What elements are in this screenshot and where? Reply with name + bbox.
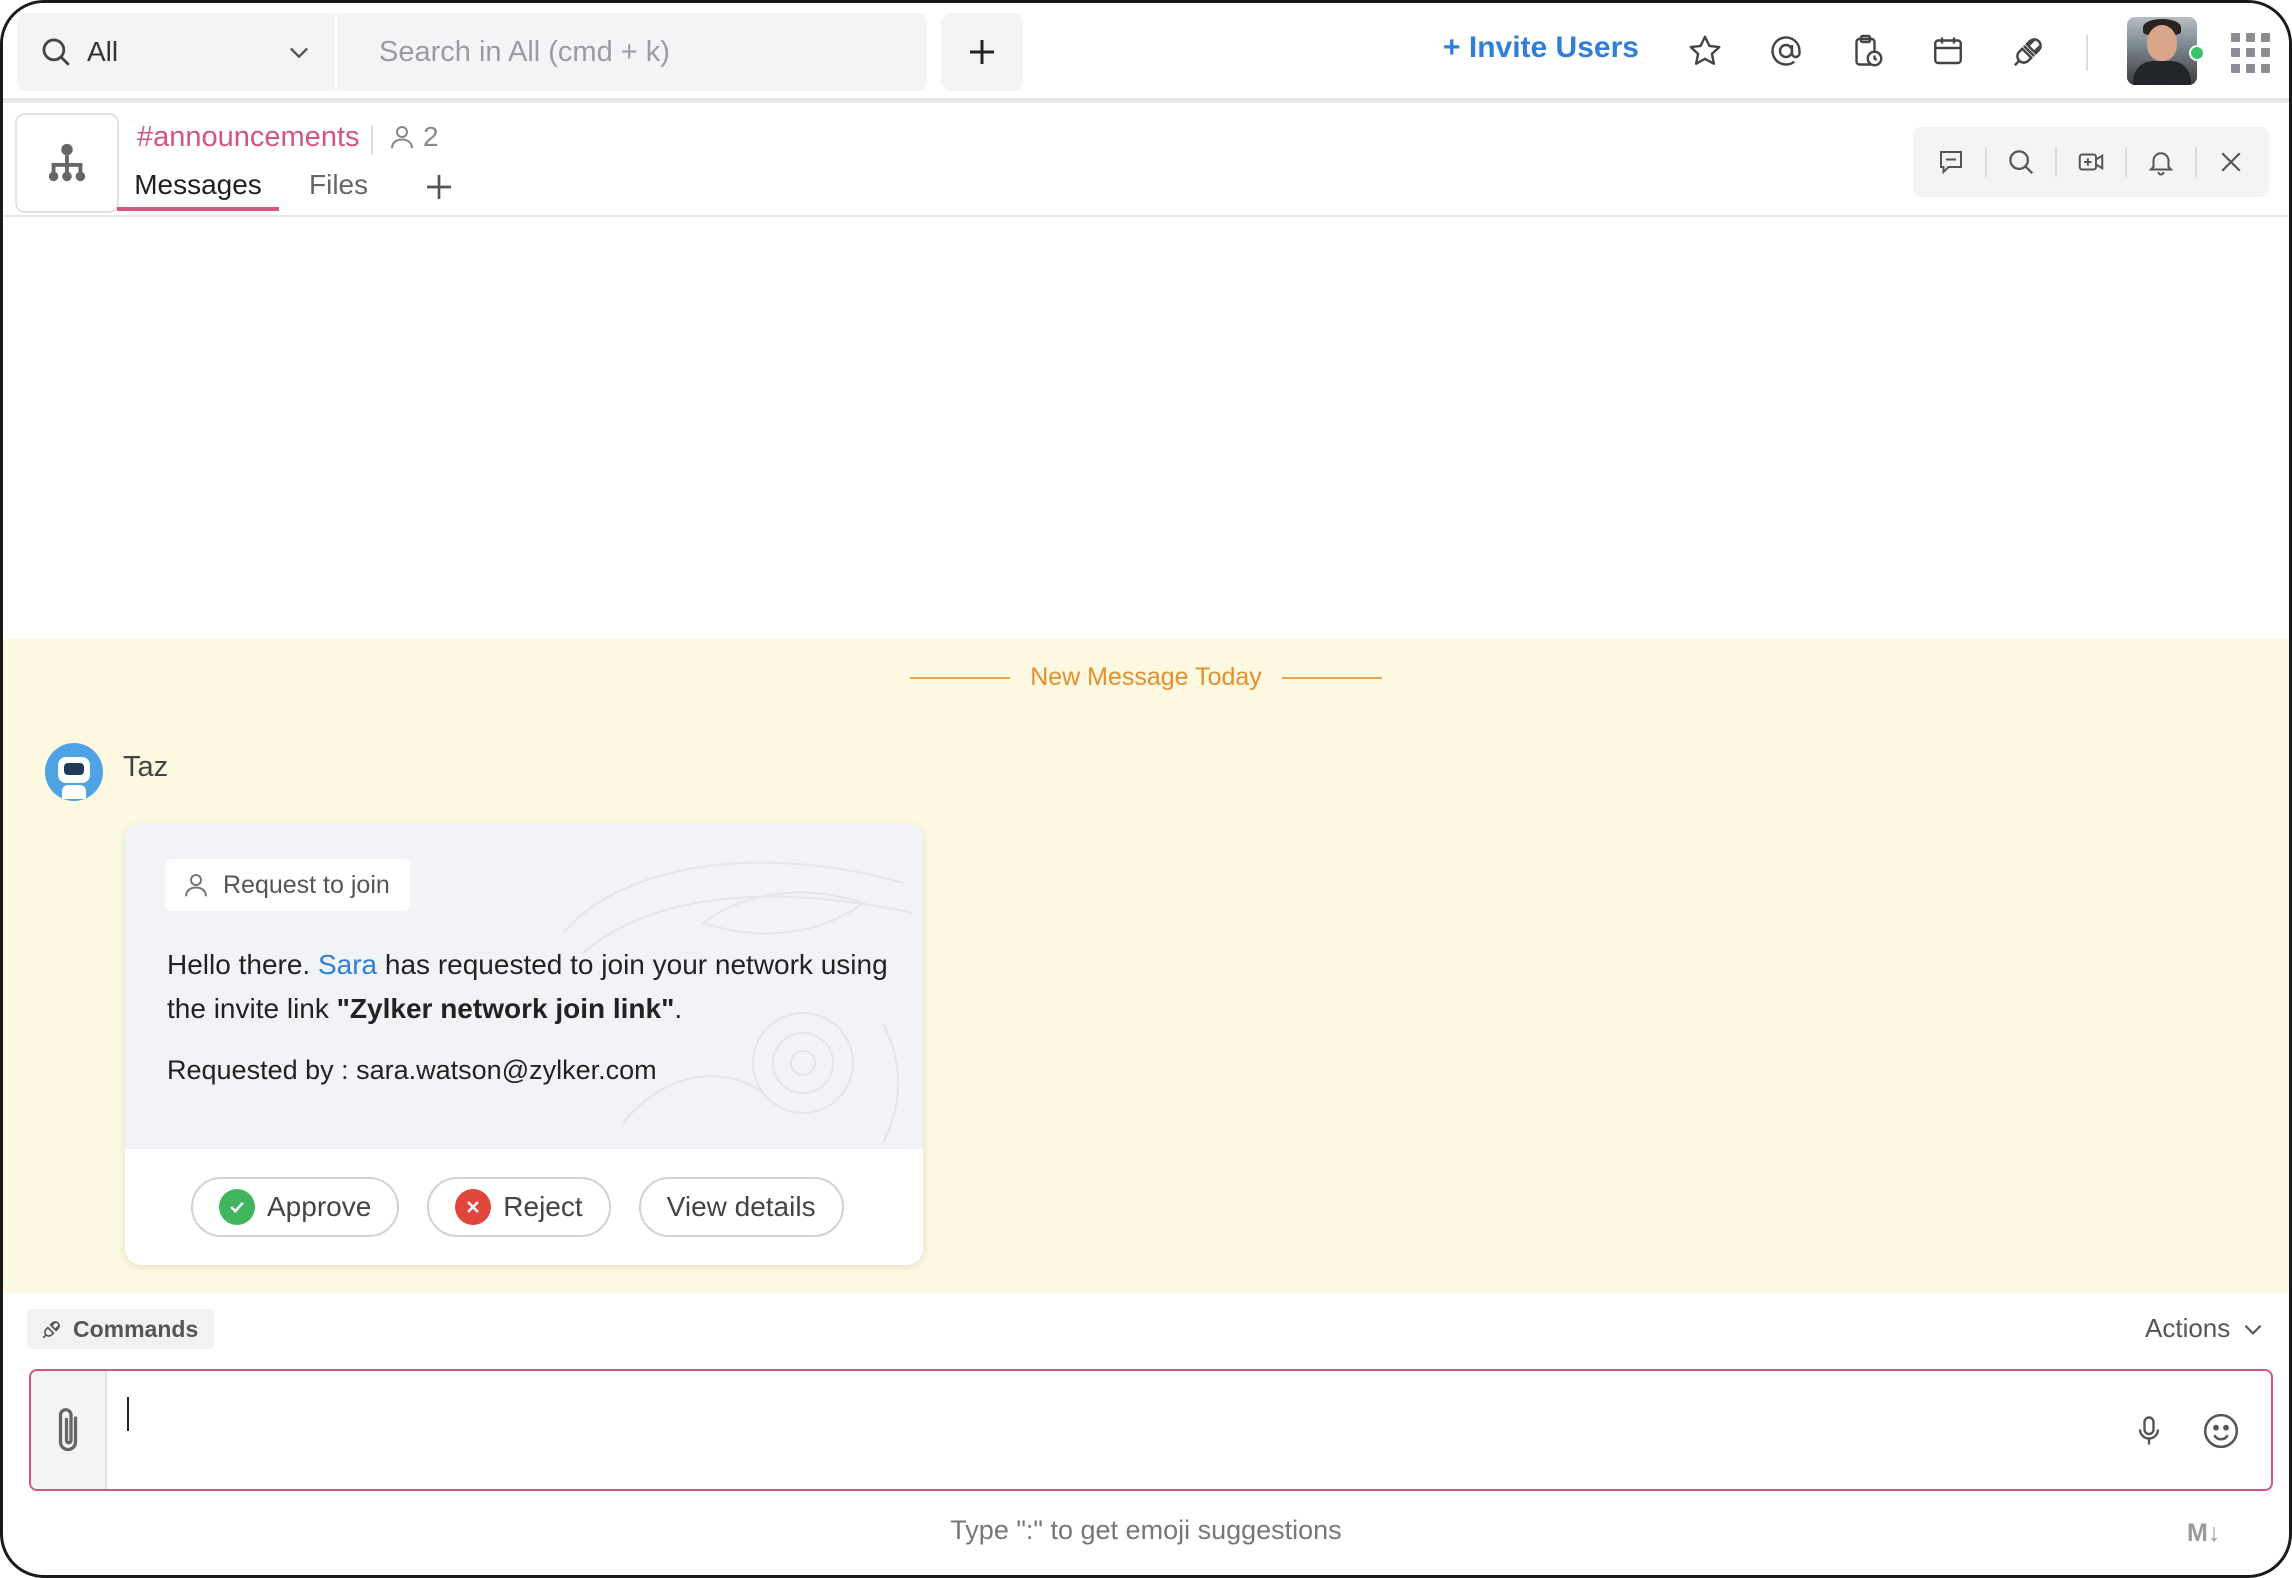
integrations-button[interactable]	[2007, 29, 2051, 73]
member-count-value: 2	[423, 121, 439, 152]
top-icon-bar	[1683, 29, 2088, 73]
request-text-after: .	[674, 993, 683, 1024]
requester-name-link[interactable]: Sara	[318, 949, 377, 980]
card-actions: Approve Reject View details	[125, 1149, 923, 1265]
text-caret	[127, 1397, 129, 1431]
close-icon	[2221, 152, 2241, 172]
actions-dropdown[interactable]: Actions	[2145, 1313, 2266, 1344]
reject-label: Reject	[503, 1191, 583, 1222]
approve-label: Approve	[267, 1191, 372, 1222]
thread-icon	[1939, 151, 1962, 175]
message-composer	[29, 1369, 2273, 1491]
paperclip-icon	[58, 1408, 78, 1452]
chevron-down-icon	[2244, 1324, 2262, 1335]
notifications-button[interactable]	[2144, 145, 2178, 179]
new-messages-section: New Message Today Taz Request to join He…	[3, 639, 2289, 1293]
threads-button[interactable]	[1934, 145, 1968, 179]
invite-link-name: "Zylker network join link"	[336, 993, 675, 1024]
approve-button[interactable]: Approve	[191, 1177, 400, 1237]
bot-avatar[interactable]	[45, 743, 103, 801]
request-text-before: Hello there.	[167, 949, 318, 980]
top-bar-divider	[2086, 35, 2088, 71]
search-icon	[2009, 150, 2033, 175]
add-tab-icon[interactable]	[423, 171, 455, 203]
channel-name-separator	[371, 125, 373, 155]
search-scope-dropdown[interactable]: All	[17, 13, 337, 91]
video-add-icon	[2078, 153, 2104, 171]
member-count[interactable]: 2	[387, 121, 439, 153]
new-message-divider: New Message Today	[3, 663, 2289, 692]
mentions-button[interactable]	[1764, 29, 1808, 73]
request-tag-label: Request to join	[223, 870, 390, 899]
calendar-button[interactable]	[1926, 29, 1970, 73]
chevron-down-icon	[290, 47, 308, 59]
x-circle-icon	[455, 1189, 492, 1225]
reminders-button[interactable]	[1845, 29, 1889, 73]
channel-search-button[interactable]	[2004, 145, 2038, 179]
emoji-hint: Type ":" to get emoji suggestions	[950, 1515, 1342, 1545]
request-message: Hello there. Sara has requested to join …	[167, 943, 897, 1031]
microphone-icon[interactable]	[2131, 1411, 2167, 1451]
channel-tools	[1913, 127, 2269, 197]
request-tag: Request to join	[165, 859, 410, 911]
start-meeting-button[interactable]	[2074, 145, 2108, 179]
top-bar: All + Invite Users	[3, 3, 2289, 103]
channel-avatar[interactable]	[15, 113, 119, 213]
reject-button[interactable]: Reject	[427, 1177, 611, 1237]
tab-files[interactable]: Files	[309, 169, 368, 211]
actions-label: Actions	[2145, 1313, 2231, 1343]
starred-button[interactable]	[1683, 29, 1727, 73]
search-box: All	[17, 13, 927, 91]
card-body: Request to join Hello there. Sara has re…	[125, 823, 923, 1149]
tab-messages[interactable]: Messages	[117, 169, 279, 211]
new-message-label: New Message Today	[1030, 663, 1262, 691]
bell-icon	[2148, 152, 2174, 176]
user-avatar[interactable]	[2127, 17, 2197, 85]
join-request-card: Request to join Hello there. Sara has re…	[125, 823, 923, 1265]
emoji-icon[interactable]	[2201, 1411, 2241, 1451]
plug-icon	[2014, 38, 2042, 66]
invite-users-link[interactable]: + Invite Users	[1443, 31, 1639, 65]
mention-icon	[1771, 36, 1801, 66]
check-circle-icon	[219, 1189, 255, 1225]
channel-name[interactable]: #announcements	[137, 121, 360, 154]
calendar-icon	[1934, 37, 1962, 65]
search-input[interactable]	[337, 13, 927, 91]
plug-icon	[42, 1321, 60, 1339]
search-scope-label: All	[87, 36, 119, 67]
plus-icon	[970, 40, 994, 64]
commands-label: Commands	[73, 1315, 199, 1342]
sender-name[interactable]: Taz	[123, 751, 168, 784]
requested-by: Requested by : sara.watson@zylker.com	[167, 1055, 657, 1085]
view-details-label: View details	[666, 1191, 816, 1222]
search-icon	[42, 38, 70, 66]
attach-button[interactable]	[31, 1371, 107, 1489]
app-window: All + Invite Users	[0, 0, 2292, 1578]
create-new-button[interactable]	[941, 13, 1023, 91]
presence-indicator	[2189, 45, 2205, 61]
channel-header: #announcements 2 Messages Files	[3, 107, 2289, 217]
user-icon	[391, 126, 413, 149]
star-icon	[1689, 35, 1721, 65]
apps-grid-icon[interactable]	[2231, 33, 2271, 73]
commands-button[interactable]: Commands	[27, 1309, 215, 1349]
close-channel-button[interactable]	[2214, 145, 2248, 179]
message-input[interactable]	[131, 1385, 2031, 1445]
org-chart-icon	[48, 143, 86, 182]
view-details-button[interactable]: View details	[638, 1177, 844, 1237]
markdown-toggle[interactable]: M↓	[2187, 1519, 2220, 1548]
user-icon	[185, 874, 207, 897]
clipboard-clock-icon	[1855, 34, 1883, 67]
